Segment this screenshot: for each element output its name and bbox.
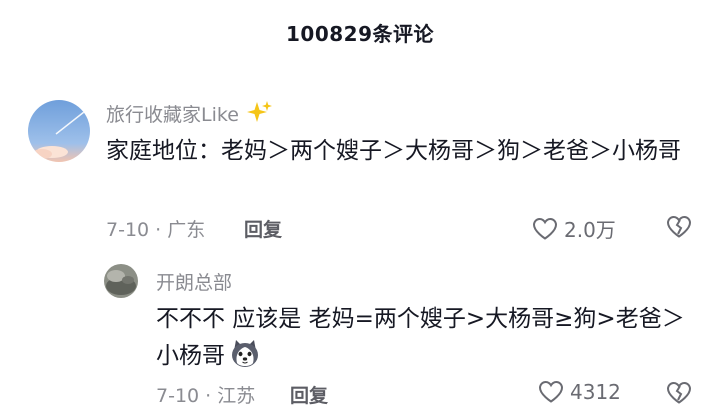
comment-date-location: 7-10 · 江苏 [156, 385, 256, 407]
like-button[interactable]: 2.0万 [532, 214, 616, 243]
comments-count-title: 100829条评论 [286, 22, 434, 46]
husky-dog-emoji-icon [229, 337, 261, 380]
comment-date-location: 7-10 · 广东 [106, 219, 206, 241]
comment-username[interactable]: 开朗总部 [156, 268, 232, 295]
avatar[interactable] [104, 264, 138, 298]
reply-button[interactable]: 回复 [244, 215, 282, 242]
reply-button[interactable]: 回复 [290, 381, 328, 408]
avatar[interactable] [28, 100, 90, 162]
like-count: 4312 [570, 380, 621, 404]
broken-heart-icon [666, 215, 692, 239]
comment-username[interactable]: 旅行收藏家Like [106, 100, 273, 127]
dislike-button[interactable] [666, 215, 692, 243]
comment-text: 不不不 应该是 老妈=两个嫂子>大杨哥≥狗>老爸＞小杨哥 [156, 301, 696, 380]
like-button[interactable]: 4312 [538, 380, 621, 404]
like-count: 2.0万 [564, 218, 616, 242]
dislike-button[interactable] [666, 381, 692, 409]
avatar-sky-image [28, 100, 90, 162]
sparkles-icon [246, 101, 272, 122]
broken-heart-icon [666, 381, 692, 405]
heart-icon [538, 380, 564, 404]
avatar-image [104, 264, 138, 298]
comment-text: 家庭地位：老妈＞两个嫂子＞大杨哥＞狗＞老爸＞小杨哥 [106, 138, 681, 164]
heart-icon [532, 217, 558, 241]
